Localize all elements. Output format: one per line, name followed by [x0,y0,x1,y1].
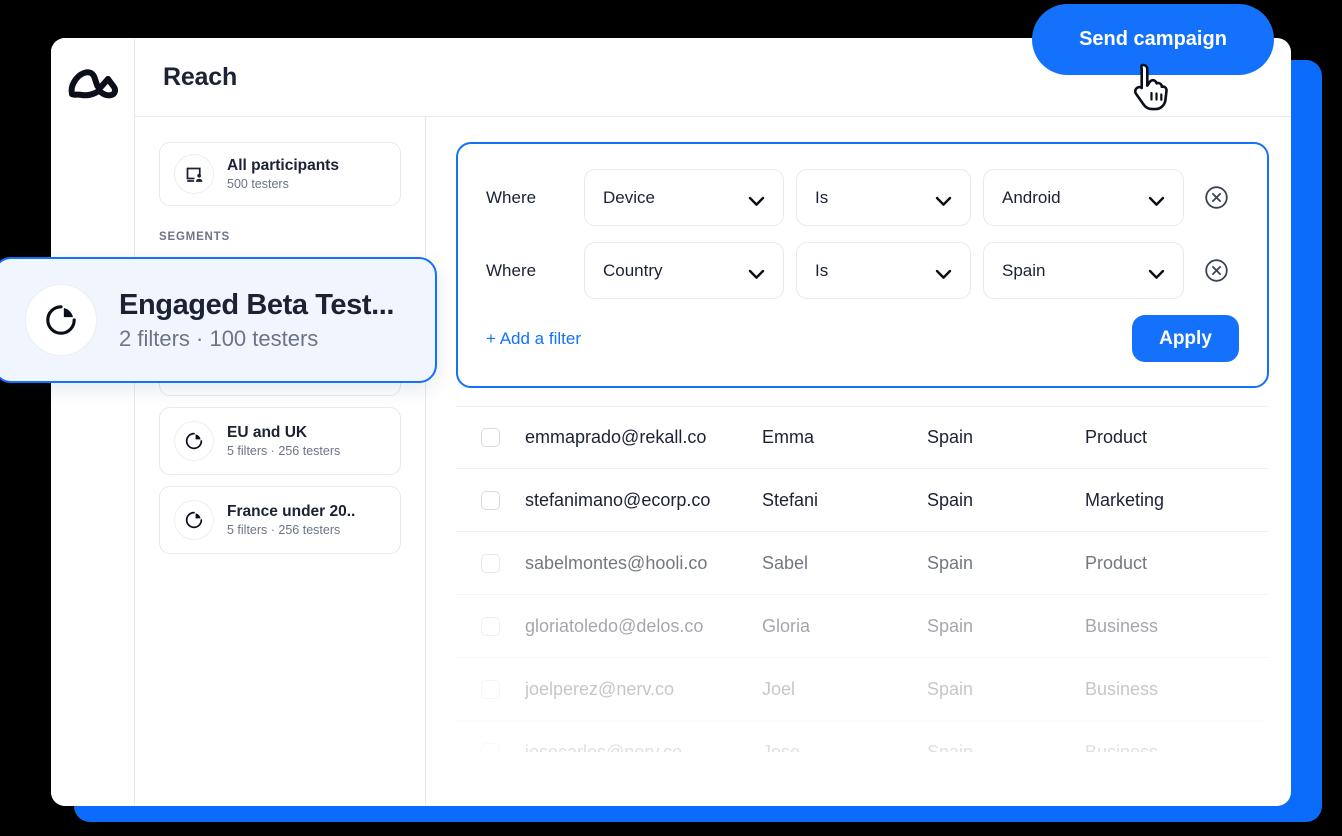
app-left-rail [51,38,135,806]
app-window: Reach [51,38,1291,806]
cell-email: stefanimano@ecorp.co [500,490,762,511]
sidebar-item-all-participants[interactable]: All participants 500 testers [159,142,401,206]
cell-email: sabelmontes@hooli.co [500,553,762,574]
filter-panel-footer: + Add a filter Apply [486,315,1239,362]
row-checkbox[interactable] [481,428,500,447]
filter-field-value: Country [603,261,663,281]
filter-field-select[interactable]: Device [584,169,784,226]
cell-team: Business [1085,616,1269,637]
cell-country: Spain [927,679,1085,700]
all-participants-subtitle: 500 testers [227,177,339,191]
cell-name: Gloria [762,616,927,637]
list-item[interactable]: France under 20.. 5 filters · 256 tester… [159,486,401,554]
chevron-down-icon [748,192,765,203]
cell-team: Marketing [1085,490,1269,511]
segment-subtitle: 5 filters · 256 testers [227,444,340,458]
cell-team: Business [1085,742,1269,753]
filter-row: Where Country Is [486,242,1239,299]
filter-value-text: Spain [1002,261,1045,281]
cell-country: Spain [927,616,1085,637]
circle-x-icon[interactable] [1204,258,1229,283]
segment-title: Engaged Beta Test... [119,289,394,322]
pie-chart-icon [174,421,214,461]
segments-sidebar: All participants 500 testers SEGMENTS [135,117,426,806]
filter-value-text: Android [1002,188,1061,208]
row-checkbox[interactable] [481,491,500,510]
cell-email: josecarlos@nerv.co [500,742,762,753]
cell-team: Product [1085,427,1269,448]
table-row[interactable]: josecarlos@nerv.co Jose Spain Business [456,721,1269,752]
app-content: All participants 500 testers SEGMENTS [135,117,1291,806]
table-row[interactable]: emmaprado@rekall.co Emma Spain Product [456,406,1269,469]
cell-name: Sabel [762,553,927,574]
filter-builder-panel: Where Device Is [456,142,1269,388]
list-item[interactable]: EU and UK 5 filters · 256 testers [159,407,401,475]
filter-field-select[interactable]: Country [584,242,784,299]
filter-operator-value: Is [815,261,828,281]
screen-person-icon [174,154,214,194]
row-checkbox[interactable] [481,617,500,636]
cell-email: joelperez@nerv.co [500,679,762,700]
filter-value-select[interactable]: Spain [983,242,1184,299]
cell-email: emmaprado@rekall.co [500,427,762,448]
participants-table: emmaprado@rekall.co Emma Spain Product s… [456,406,1269,752]
all-participants-title: All participants [227,157,339,175]
row-checkbox[interactable] [481,743,500,753]
filter-field-value: Device [603,188,655,208]
cell-name: Emma [762,427,927,448]
app-body-column: Reach [135,38,1291,806]
circle-x-icon[interactable] [1204,185,1229,210]
segment-subtitle: 2 filters · 100 testers [119,326,394,352]
pie-chart-icon [25,284,97,356]
chevron-down-icon [748,265,765,276]
filter-where-label: Where [486,261,572,281]
pie-chart-icon [174,500,214,540]
chevron-down-icon [1148,265,1165,276]
cell-name: Joel [762,679,927,700]
cell-name: Jose [762,742,927,753]
filter-row: Where Device Is [486,169,1239,226]
segments-section-label: SEGMENTS [159,231,401,243]
filter-where-label: Where [486,188,572,208]
maze-logo-icon [66,64,120,104]
filter-value-select[interactable]: Android [983,169,1184,226]
table-row[interactable]: stefanimano@ecorp.co Stefani Spain Marke… [456,469,1269,532]
cell-country: Spain [927,553,1085,574]
cell-team: Product [1085,553,1269,574]
row-checkbox[interactable] [481,554,500,573]
cell-email: gloriatoledo@delos.co [500,616,762,637]
filter-operator-value: Is [815,188,828,208]
cell-country: Spain [927,427,1085,448]
cell-country: Spain [927,490,1085,511]
sidebar-item-engaged-beta-testers[interactable]: Engaged Beta Test... 2 filters · 100 tes… [0,257,437,383]
row-checkbox[interactable] [481,680,500,699]
add-filter-button[interactable]: + Add a filter [486,329,581,349]
apply-button[interactable]: Apply [1132,315,1239,362]
table-row[interactable]: joelperez@nerv.co Joel Spain Business [456,658,1269,721]
table-row[interactable]: gloriatoledo@delos.co Gloria Spain Busin… [456,595,1269,658]
chevron-down-icon [935,192,952,203]
cell-name: Stefani [762,490,927,511]
filter-operator-select[interactable]: Is [796,242,971,299]
segment-title: EU and UK [227,424,340,442]
send-campaign-button[interactable]: Send campaign [1032,4,1274,75]
cell-country: Spain [927,742,1085,753]
segment-subtitle: 5 filters · 256 testers [227,523,355,537]
main-panel: Where Device Is [426,117,1291,806]
chevron-down-icon [1148,192,1165,203]
table-row[interactable]: sabelmontes@hooli.co Sabel Spain Product [456,532,1269,595]
segment-title: France under 20.. [227,503,355,521]
page-title: Reach [163,63,237,92]
filter-operator-select[interactable]: Is [796,169,971,226]
cell-team: Business [1085,679,1269,700]
screenshot-stage: Reach [0,0,1342,836]
chevron-down-icon [935,265,952,276]
